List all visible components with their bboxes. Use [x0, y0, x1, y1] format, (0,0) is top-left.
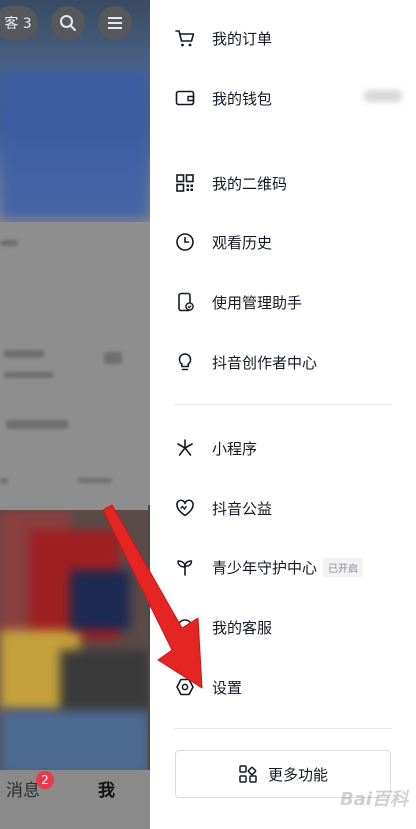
lightbulb-icon [174, 351, 196, 373]
menu-item-charity[interactable]: 抖音公益 [174, 488, 394, 528]
menu-item-settings[interactable]: 设置 [174, 667, 394, 707]
side-drawer: 我的订单 我的钱包 我的二维码 观看历史 使用管理助手 抖音创作者中心 小程序 … [150, 0, 416, 829]
search-icon [60, 15, 76, 31]
wallet-icon [174, 87, 196, 109]
blur-text [6, 420, 68, 429]
youth-guard-status-tag: 已开启 [323, 557, 364, 577]
nav-me[interactable]: 我 [98, 776, 115, 801]
visitors-pill[interactable]: 客 3 [0, 6, 38, 40]
profile-info-blur [0, 222, 150, 512]
blur-text [78, 478, 112, 483]
menu-item-creator-center[interactable]: 抖音创作者中心 [174, 342, 394, 382]
menu-item-youth-guard[interactable]: 青少年守护中心 已开启 [174, 547, 394, 587]
blur-text [4, 372, 54, 378]
qrcode-icon [174, 172, 196, 194]
clock-icon [174, 231, 196, 253]
blur-text [104, 352, 122, 364]
sprout-icon [174, 556, 196, 578]
menu-button[interactable] [98, 6, 132, 40]
menu-label-history: 观看历史 [212, 233, 273, 252]
menu-label-orders: 我的订单 [212, 29, 273, 48]
search-button[interactable] [51, 6, 85, 40]
background-profile-page: 客 3 消息 我 2 [0, 0, 150, 829]
headset-icon [174, 616, 196, 638]
menu-item-orders[interactable]: 我的订单 [174, 18, 394, 58]
watermark-logo: Bai百科 [339, 789, 408, 810]
section-divider [174, 728, 392, 729]
menu-item-customer-service[interactable]: 我的客服 [174, 607, 394, 647]
grid-icon [238, 764, 258, 784]
menu-label-miniprogram: 小程序 [212, 439, 258, 458]
video-grid-blur [0, 510, 150, 775]
menu-icon [108, 17, 122, 29]
phone-check-icon [174, 291, 196, 313]
menu-label-creator-center: 抖音创作者中心 [212, 353, 318, 372]
menu-label-customer-service: 我的客服 [212, 618, 273, 637]
more-features-label: 更多功能 [267, 765, 328, 784]
menu-item-qrcode[interactable]: 我的二维码 [174, 163, 394, 203]
menu-item-wallet[interactable]: 我的钱包 [174, 78, 394, 118]
blur-text [4, 350, 44, 358]
menu-label-qrcode: 我的二维码 [212, 174, 288, 193]
section-divider [174, 404, 392, 405]
menu-item-usage-manager[interactable]: 使用管理助手 [174, 282, 394, 322]
menu-item-miniprogram[interactable]: 小程序 [174, 428, 394, 468]
visitors-pill-label: 客 3 [4, 16, 32, 32]
menu-label-usage-manager: 使用管理助手 [212, 293, 303, 312]
hexagon-gear-icon [174, 676, 196, 698]
menu-label-youth-guard: 青少年守护中心 [212, 558, 318, 577]
menu-label-charity: 抖音公益 [212, 499, 273, 518]
heart-icon [174, 497, 196, 519]
menu-label-settings: 设置 [212, 678, 243, 697]
bottom-nav: 消息 我 [0, 770, 150, 829]
nav-messages[interactable]: 消息 [6, 776, 40, 801]
messages-badge: 2 [36, 771, 54, 789]
profile-cover-blur [0, 70, 150, 220]
blur-text [0, 240, 18, 246]
menu-item-history[interactable]: 观看历史 [174, 222, 394, 262]
blur-text [0, 478, 8, 484]
miniprogram-icon [174, 437, 196, 459]
wallet-balance-blur [364, 90, 402, 102]
cart-icon [174, 27, 196, 49]
menu-label-wallet: 我的钱包 [212, 89, 273, 108]
